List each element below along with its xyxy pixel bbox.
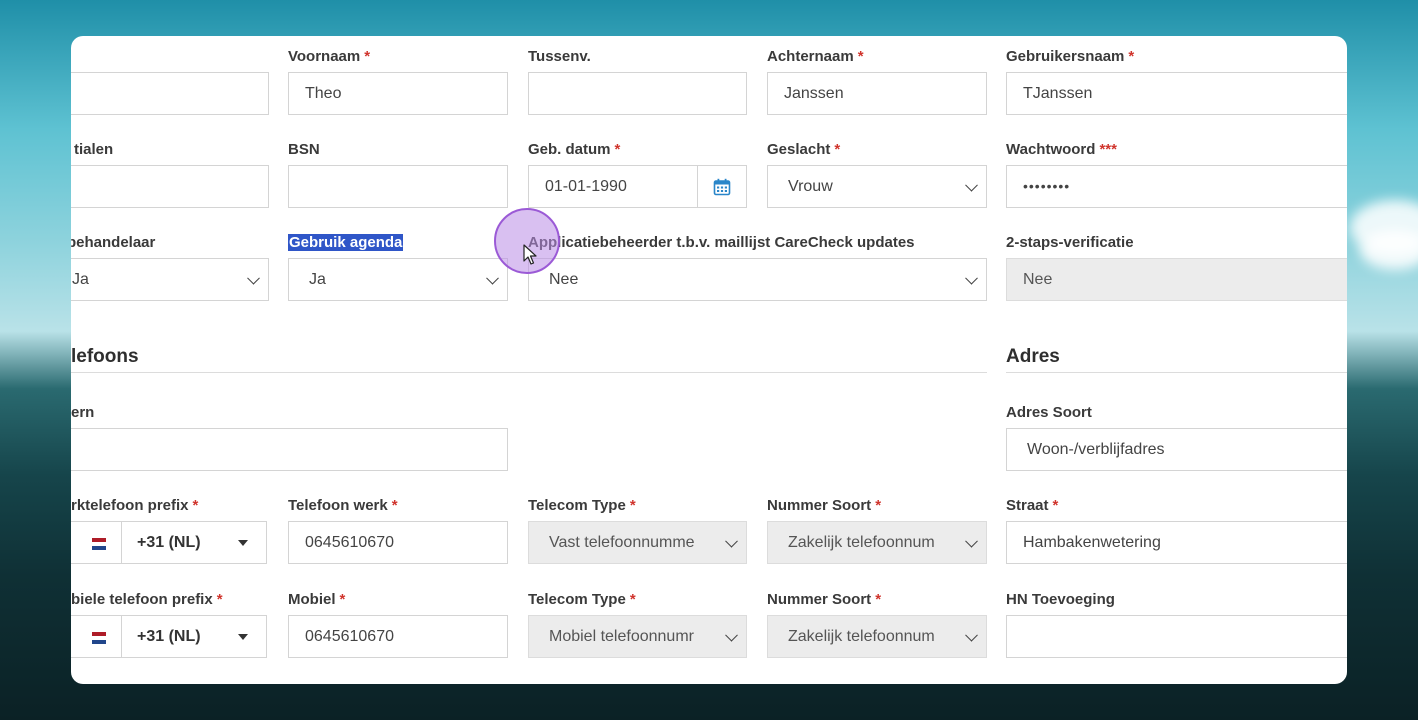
chevron-down-icon xyxy=(965,628,978,642)
label-gebruik-agenda: Gebruik agenda xyxy=(288,234,404,251)
label-initialen: tialen xyxy=(74,141,114,158)
netherlands-flag-icon xyxy=(92,538,106,550)
caret-down-icon xyxy=(238,634,248,640)
nummer-soort-werk-select[interactable]: Zakelijk telefoonnum xyxy=(767,521,987,564)
label-tussenvoegsel: Tussenv. xyxy=(528,48,591,65)
label-bsn: BSN xyxy=(288,141,320,158)
label-nummer-soort-mobiel: Nummer Soort * xyxy=(767,591,882,608)
behandelaar-select[interactable]: Ja xyxy=(71,258,269,301)
label-adres-soort: Adres Soort xyxy=(1006,404,1092,421)
label-gebruikersnaam: Gebruikersnaam * xyxy=(1006,48,1135,65)
tussenvoegsel-input[interactable] xyxy=(528,72,747,115)
label-voornaam: Voornaam * xyxy=(288,48,371,65)
telecom-type-mobiel-select[interactable]: Mobiel telefoonnumr xyxy=(528,615,747,658)
gebruik-agenda-select[interactable]: Ja xyxy=(288,258,508,301)
telecom-type-werk-select[interactable]: Vast telefoonnumme xyxy=(528,521,747,564)
label-telecom-type-werk: Telecom Type * xyxy=(528,497,636,514)
section-title-adres: Adres xyxy=(1006,346,1060,367)
section-title-telefoons: lefoons xyxy=(71,346,139,367)
mouse-cursor-icon xyxy=(523,244,537,265)
werktelefoon-prefix-select[interactable]: +31 (NL) xyxy=(71,521,267,564)
prefix-field-input[interactable] xyxy=(71,72,269,115)
label-werktelefoon-prefix: rktelefoon prefix * xyxy=(71,497,199,514)
chevron-down-icon xyxy=(965,271,978,285)
caret-down-icon xyxy=(238,540,248,546)
label-behandelaar: behandelaar xyxy=(71,234,156,251)
label-telecom-type-mobiel: Telecom Type * xyxy=(528,591,636,608)
label-achternaam: Achternaam * xyxy=(767,48,864,65)
bsn-input[interactable] xyxy=(288,165,508,208)
gebruikersnaam-input[interactable]: TJanssen xyxy=(1006,72,1347,115)
label-hn-toevoeging: HN Toevoeging xyxy=(1006,591,1115,608)
label-nummer-soort-werk: Nummer Soort * xyxy=(767,497,882,514)
straat-input[interactable]: Hambakenwetering xyxy=(1006,521,1347,564)
section-divider-adres xyxy=(1006,372,1347,373)
label-telefoon-werk: Telefoon werk * xyxy=(288,497,398,514)
netherlands-flag-icon xyxy=(92,632,106,644)
label-geboortedatum: Geb. datum * xyxy=(528,141,621,158)
adres-soort-select[interactable]: Woon-/verblijfadres xyxy=(1006,428,1347,471)
voornaam-input[interactable]: Theo xyxy=(288,72,508,115)
geslacht-select[interactable]: Vrouw xyxy=(767,165,987,208)
chevron-down-icon xyxy=(965,178,978,192)
mobiele-telefoon-prefix-select[interactable]: +31 (NL) xyxy=(71,615,267,658)
label-mobiel: Mobiel * xyxy=(288,591,346,608)
chevron-down-icon xyxy=(725,628,738,642)
label-mobiele-telefoon-prefix: biele telefoon prefix * xyxy=(71,591,223,608)
label-geslacht: Geslacht * xyxy=(767,141,841,158)
telefoon-werk-input[interactable]: 0645610670 xyxy=(288,521,508,564)
calendar-icon[interactable] xyxy=(697,166,746,207)
initialen-input[interactable] xyxy=(71,165,269,208)
form-card: el Voornaam* Theo Tussenv. Achternaam* J… xyxy=(71,36,1347,684)
hn-toevoeging-input[interactable] xyxy=(1006,615,1347,658)
chevron-down-icon xyxy=(965,534,978,548)
chevron-down-icon xyxy=(725,534,738,548)
label-2-staps-verificatie: 2-staps-verificatie xyxy=(1006,234,1134,251)
nummer-soort-mobiel-select[interactable]: Zakelijk telefoonnum xyxy=(767,615,987,658)
geboortedatum-input[interactable]: 01-01-1990 xyxy=(528,165,747,208)
achternaam-input[interactable]: Janssen xyxy=(767,72,987,115)
label-applicatiebeheerder: Applicatiebeheerder t.b.v. maillijst Car… xyxy=(528,234,915,251)
wachtwoord-input[interactable]: •••••••• xyxy=(1006,165,1347,208)
section-divider-telefoons xyxy=(71,372,987,373)
applicatiebeheerder-select[interactable]: Nee xyxy=(528,258,987,301)
mobiel-input[interactable]: 0645610670 xyxy=(288,615,508,658)
label-extern: ern xyxy=(71,404,95,421)
chevron-down-icon xyxy=(247,271,260,285)
2-staps-verificatie-field: Nee xyxy=(1006,258,1347,301)
label-straat: Straat * xyxy=(1006,497,1059,514)
label-wachtwoord: Wachtwoord *** xyxy=(1006,141,1117,158)
background-cloud xyxy=(1360,230,1418,270)
chevron-down-icon xyxy=(486,271,499,285)
extern-input[interactable] xyxy=(71,428,508,471)
